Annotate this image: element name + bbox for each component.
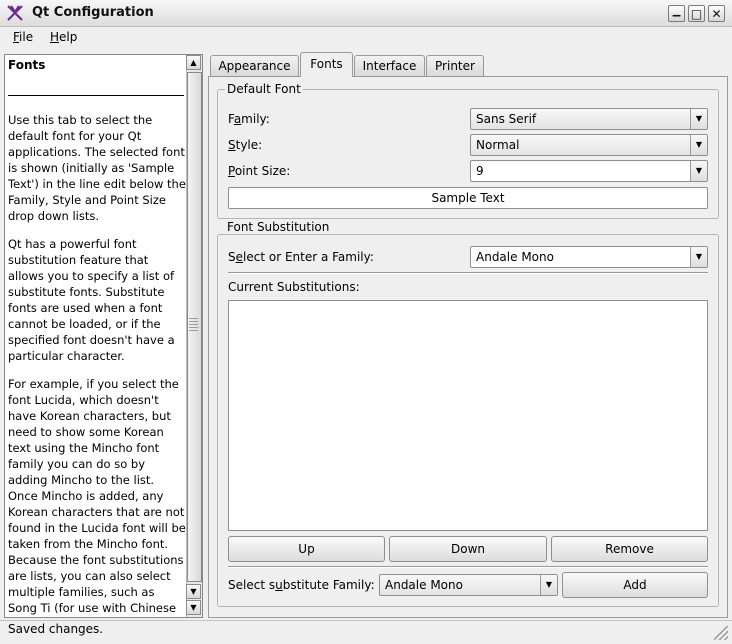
style-label: Style: [228, 138, 263, 152]
close-button[interactable]: ✕ [708, 5, 725, 22]
tab-interface[interactable]: Interface [354, 55, 425, 76]
help-title: Fonts [8, 58, 46, 72]
chevron-down-icon: ▼ [690, 161, 707, 181]
triangle-down-icon: ▼ [190, 603, 197, 612]
triangle-up-icon: ▲ [190, 58, 197, 67]
splitter-grip-icon[interactable] [189, 318, 198, 332]
style-combo[interactable]: Normal ▼ [470, 134, 708, 156]
separator [228, 566, 708, 568]
scroll-down-button-2[interactable]: ▼ [186, 600, 201, 615]
add-button[interactable]: Add [562, 572, 708, 598]
help-paragraph: For example, if you select the font Luci… [8, 377, 186, 615]
point-size-label: Point Size: [228, 164, 291, 178]
help-divider [8, 95, 184, 96]
up-button[interactable]: Up [228, 536, 385, 562]
substitute-family-combo[interactable]: Andale Mono ▼ [379, 574, 558, 596]
font-substitution-group-title: Font Substitution [225, 220, 332, 234]
substitute-family-label: Select substitute Family: [228, 578, 375, 592]
help-paragraph: Qt has a powerful font substitution feat… [8, 237, 175, 363]
select-family-label: Select or Enter a Family: [228, 250, 374, 264]
minimize-button[interactable]: ▁ [668, 5, 685, 22]
substitutions-list[interactable] [228, 300, 708, 531]
qt-logo-icon [6, 4, 24, 22]
chevron-down-icon: ▼ [690, 135, 707, 155]
minimize-icon: ▁ [672, 5, 681, 17]
down-button[interactable]: Down [389, 536, 547, 562]
triangle-down-icon: ▼ [190, 587, 197, 596]
tab-printer[interactable]: Printer [426, 55, 484, 76]
status-bar [0, 620, 732, 644]
separator [228, 272, 708, 274]
current-substitutions-label: Current Substitutions: [228, 280, 360, 294]
chevron-down-icon: ▼ [540, 575, 557, 595]
menu-file[interactable]: File [13, 30, 33, 44]
menu-help[interactable]: Help [50, 30, 77, 44]
family-label: Family: [228, 112, 270, 126]
status-text: Saved changes. [8, 622, 104, 636]
close-icon: ✕ [711, 6, 722, 21]
window-title: Qt Configuration [32, 5, 154, 20]
menu-bar [0, 27, 732, 49]
sample-text-field[interactable]: Sample Text [228, 187, 708, 209]
point-size-combo[interactable]: 9 ▼ [470, 160, 708, 182]
select-family-combo[interactable]: Andale Mono ▼ [470, 246, 708, 268]
chevron-down-icon: ▼ [690, 247, 707, 267]
tab-appearance[interactable]: Appearance [210, 55, 299, 76]
family-combo[interactable]: Sans Serif ▼ [470, 108, 708, 130]
tab-fonts[interactable]: Fonts [300, 52, 353, 77]
maximize-button[interactable]: □ [688, 5, 705, 22]
maximize-icon: □ [690, 6, 703, 21]
scroll-up-button[interactable]: ▲ [186, 55, 201, 70]
remove-button[interactable]: Remove [551, 536, 708, 562]
chevron-down-icon: ▼ [690, 109, 707, 129]
help-paragraph: Use this tab to select the default font … [8, 113, 186, 223]
resize-grip-icon[interactable] [714, 626, 728, 640]
scroll-down-button[interactable]: ▼ [186, 584, 201, 599]
default-font-group-title: Default Font [225, 82, 303, 96]
help-text: Fonts Use this tab to select the default… [8, 56, 186, 616]
